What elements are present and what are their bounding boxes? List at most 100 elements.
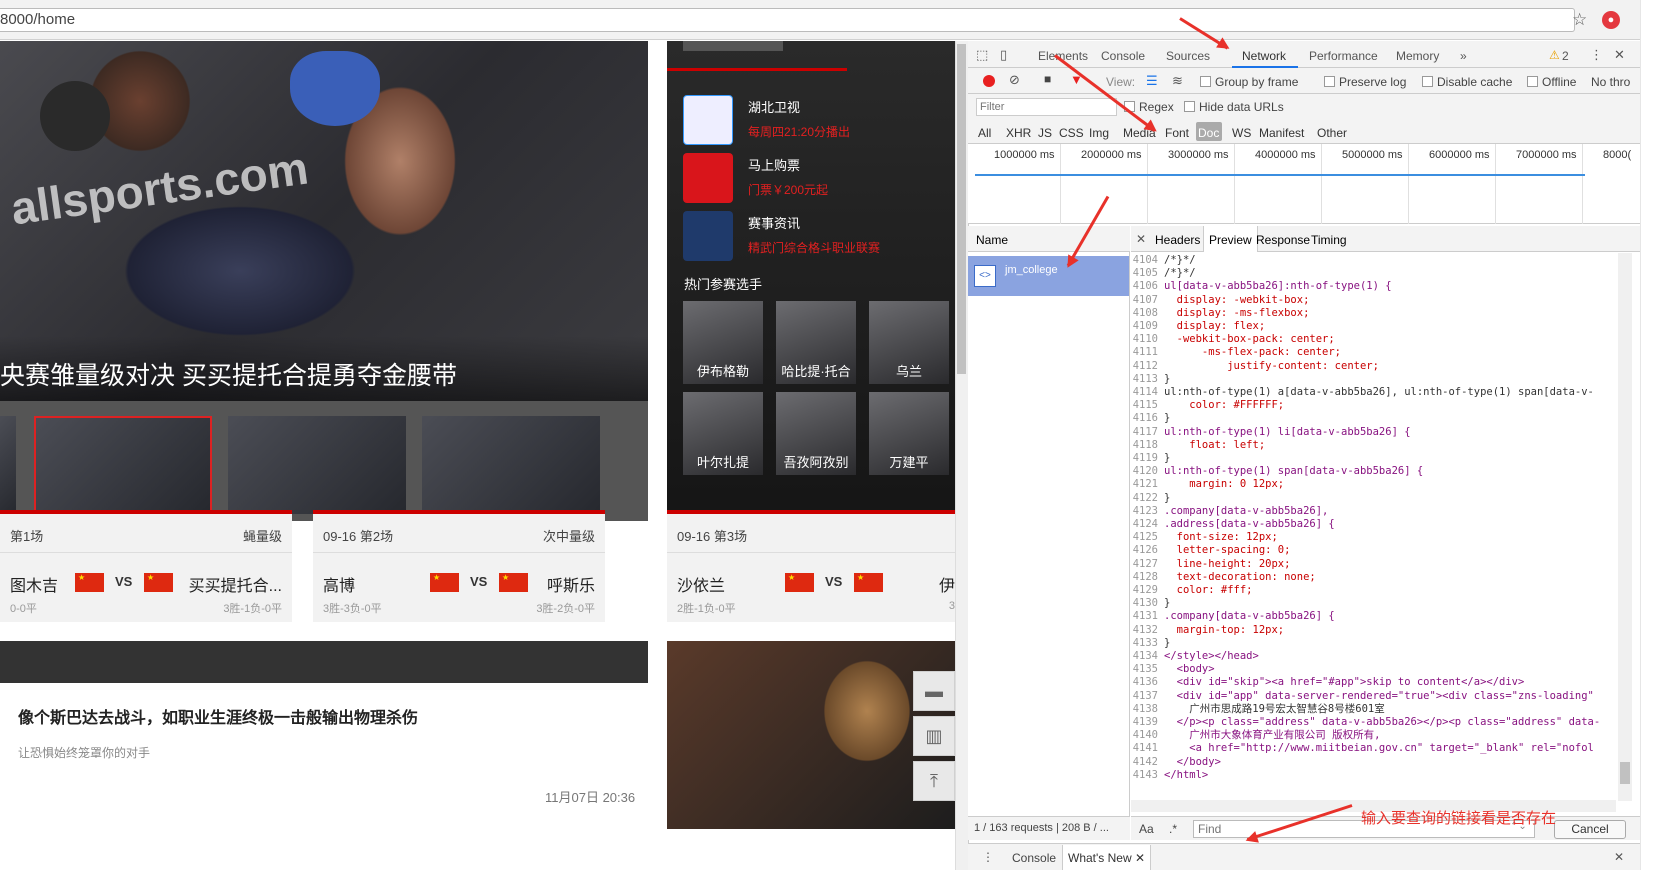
type-doc[interactable]: Doc bbox=[1198, 126, 1219, 140]
disable-cache-checkbox[interactable]: Disable cache bbox=[1422, 75, 1512, 89]
tab-timing[interactable]: Timing bbox=[1311, 233, 1347, 247]
match-card[interactable]: 第1场 蝇量级 图木吉 0-0平 VS 买买提托合... 3胜-1负-0平 bbox=[0, 510, 292, 622]
inspect-icon[interactable]: ⬚ bbox=[976, 47, 988, 63]
match-card[interactable]: 09-16 第3场 沙依兰 2胜-1负-0平 VS 伊 3 bbox=[667, 510, 955, 622]
filter-input[interactable] bbox=[976, 98, 1117, 116]
hide-data-urls-checkbox[interactable]: Hide data URLs bbox=[1184, 100, 1284, 114]
address-bar[interactable]: 8000/home bbox=[0, 8, 1575, 32]
throttle-select[interactable]: No thro bbox=[1591, 75, 1640, 89]
code-scrollbar[interactable] bbox=[1618, 253, 1632, 801]
player-card[interactable]: 伊布格勒 bbox=[683, 301, 763, 384]
type-css[interactable]: CSS bbox=[1059, 126, 1084, 140]
player-card[interactable]: 吾孜阿孜别 bbox=[776, 392, 856, 475]
thumbnail[interactable] bbox=[0, 416, 16, 514]
code-line: 4138 广州市思成路19号宏太智慧谷8号楼601室 bbox=[1131, 702, 1385, 716]
tab-preview[interactable]: Preview bbox=[1203, 226, 1258, 252]
side-item-name[interactable]: 赛事资讯 bbox=[748, 213, 800, 232]
news-title[interactable]: 像个斯巴达去战斗，如职业生涯终极一击般输出物理杀伤 bbox=[18, 704, 418, 728]
hero-image[interactable]: allsports.com 央赛雏量级对决 买买提托合提勇夺金腰带 bbox=[0, 41, 648, 401]
offline-checkbox[interactable]: Offline bbox=[1527, 75, 1576, 89]
player-name: 吾孜阿孜别 bbox=[783, 455, 849, 470]
line-number: 4134 bbox=[1132, 650, 1158, 662]
page-scrollbar-thumb[interactable] bbox=[957, 44, 966, 374]
tab-headers[interactable]: Headers bbox=[1155, 233, 1200, 247]
response-preview[interactable]: 4104 /*}*/ 4105 /*}*/ 4106 ul[data-v-abb5ba26… bbox=[1131, 253, 1616, 798]
type-js[interactable]: JS bbox=[1038, 126, 1052, 140]
code-line: 4125 font-size: 12px; bbox=[1131, 530, 1278, 544]
tab-memory[interactable]: Memory bbox=[1396, 49, 1439, 63]
player-card[interactable]: 万建平 bbox=[869, 392, 949, 475]
ticket-icon[interactable] bbox=[683, 153, 733, 203]
tab-network[interactable]: Network bbox=[1242, 49, 1286, 63]
type-font[interactable]: Font bbox=[1165, 126, 1189, 140]
type-img[interactable]: Img bbox=[1089, 126, 1109, 140]
extension-icon[interactable]: ● bbox=[1602, 11, 1620, 29]
type-other[interactable]: Other bbox=[1317, 126, 1347, 140]
tv-logo-icon[interactable] bbox=[683, 95, 733, 145]
tab-sources[interactable]: Sources bbox=[1166, 49, 1210, 63]
drawer-menu-icon[interactable]: ⋮ bbox=[982, 850, 994, 864]
trophy-icon[interactable] bbox=[683, 211, 733, 261]
name-column-header[interactable]: Name bbox=[968, 226, 1130, 252]
kebab-menu-icon[interactable]: ⋮ bbox=[1590, 47, 1603, 63]
player-card[interactable]: 哈比提·托合 bbox=[776, 301, 856, 384]
side-item-name[interactable]: 马上购票 bbox=[748, 155, 800, 174]
match-case-toggle[interactable]: Aa bbox=[1139, 822, 1154, 836]
thumbnail[interactable] bbox=[422, 416, 600, 514]
code-text: } bbox=[1164, 597, 1171, 610]
timeline-request-bar bbox=[975, 174, 1585, 176]
group-by-frame-checkbox[interactable]: Group by frame bbox=[1200, 75, 1298, 89]
code-text: ul:nth-of-type(1) a[data-v-abb5ba26], ul… bbox=[1164, 386, 1594, 398]
china-flag-icon bbox=[75, 573, 104, 592]
record-icon[interactable] bbox=[983, 75, 995, 87]
line-number: 4141 bbox=[1132, 742, 1158, 755]
code-text: <a href="http://www.miitbeian.gov.cn" ta… bbox=[1164, 742, 1594, 755]
vs-label: VS bbox=[470, 574, 488, 589]
back-to-top-icon[interactable]: ⤒ bbox=[913, 761, 955, 801]
request-row[interactable]: <> jm_college bbox=[968, 256, 1129, 296]
hero-title[interactable]: 央赛雏量级对决 买买提托合提勇夺金腰带 bbox=[0, 356, 457, 392]
side-item-sub: 每周四21:20分播出 bbox=[748, 125, 851, 139]
ticket-float-icon[interactable]: ▬ bbox=[913, 671, 955, 711]
side-item-name[interactable]: 湖北卫视 bbox=[748, 97, 800, 116]
type-ws[interactable]: WS bbox=[1232, 126, 1251, 140]
close-tab-icon[interactable]: ✕ bbox=[1135, 851, 1145, 865]
code-line: 4108 display: -ms-flexbox; bbox=[1131, 306, 1310, 320]
close-devtools-icon[interactable]: ✕ bbox=[1614, 47, 1625, 63]
preserve-log-checkbox[interactable]: Preserve log bbox=[1324, 75, 1406, 89]
player-card[interactable]: 叶尔扎提 bbox=[683, 392, 763, 475]
close-detail-icon[interactable]: ✕ bbox=[1136, 232, 1146, 246]
tab-performance[interactable]: Performance bbox=[1309, 49, 1378, 63]
tab-console[interactable]: Console bbox=[1101, 49, 1145, 63]
match-date: 第1场 bbox=[10, 529, 44, 544]
warning-count[interactable]: 2 bbox=[1562, 49, 1569, 63]
close-drawer-icon[interactable]: ✕ bbox=[1614, 850, 1624, 864]
clear-icon[interactable]: ⊘ bbox=[1009, 72, 1020, 88]
player-card[interactable]: 乌兰 bbox=[869, 301, 949, 384]
find-cancel-button[interactable]: Cancel bbox=[1554, 820, 1626, 839]
code-line: 4114 ul:nth-of-type(1) a[data-v-abb5ba26]… bbox=[1131, 385, 1594, 399]
drawer-tab-console[interactable]: Console bbox=[1012, 851, 1056, 865]
regex-toggle[interactable]: .* bbox=[1169, 822, 1177, 836]
camera-icon[interactable]: ■ bbox=[1044, 72, 1051, 86]
warning-icon[interactable]: ⚠ bbox=[1549, 48, 1560, 62]
device-toggle-icon[interactable]: ▯ bbox=[1000, 47, 1007, 63]
drawer-tab-whats-new[interactable]: What's New ✕ bbox=[1062, 845, 1152, 870]
waterfall-view-icon[interactable]: ≋ bbox=[1172, 73, 1183, 89]
code-scrollbar-thumb[interactable] bbox=[1620, 762, 1630, 784]
type-xhr[interactable]: XHR bbox=[1006, 126, 1031, 140]
match-card[interactable]: 09-16 第2场 次中量级 高博 3胜-3负-0平 VS 呼斯乐 3胜-2负-… bbox=[313, 510, 605, 622]
more-tabs-icon[interactable]: » bbox=[1460, 49, 1467, 63]
tab-response[interactable]: Response bbox=[1256, 233, 1310, 247]
thumbnail-selected[interactable] bbox=[34, 416, 212, 514]
thumbnail[interactable] bbox=[228, 416, 406, 514]
timeline-tick: 2000000 ms bbox=[1081, 149, 1142, 161]
book-float-icon[interactable]: ▥ bbox=[913, 716, 955, 756]
code-text: } bbox=[1164, 452, 1171, 464]
type-all[interactable]: All bbox=[978, 126, 991, 140]
code-text: justify-content: center; bbox=[1164, 359, 1379, 372]
type-manifest[interactable]: Manifest bbox=[1259, 126, 1304, 140]
bookmark-star-icon[interactable]: ☆ bbox=[1572, 10, 1587, 30]
list-view-icon[interactable]: ☰ bbox=[1146, 73, 1158, 89]
news-image[interactable] bbox=[667, 641, 955, 829]
